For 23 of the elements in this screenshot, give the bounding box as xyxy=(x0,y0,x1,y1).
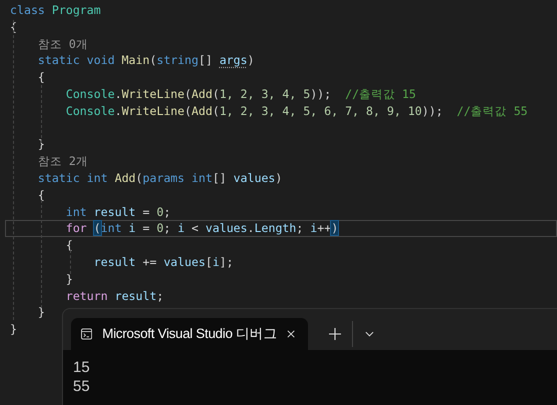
code-line: } xyxy=(36,305,45,320)
terminal-icon xyxy=(81,327,92,341)
code-line: Console.WriteLine(Add(1, 2, 3, 4, 5)); //출력값 15 xyxy=(64,86,416,101)
code-line: } xyxy=(10,322,17,336)
code-line: Console.WriteLine(Add(1, 2, 3, 4, 5, 6, 7, 8, 9, 10)); //출력값 55 xyxy=(64,104,528,118)
close-icon[interactable] xyxy=(286,329,295,339)
code-line: { xyxy=(36,70,45,84)
code-line: class Program xyxy=(10,3,101,17)
code-line: int result = 0; xyxy=(64,204,171,219)
code-line: static int Add(params int[] values) xyxy=(36,170,282,185)
code-line: result += values[i]; xyxy=(92,254,234,269)
codelens-reference-count[interactable]: 참조 2개 xyxy=(10,154,88,168)
console-output-line: 15 xyxy=(73,358,91,377)
terminal-tab[interactable]: Microsoft Visual Studio 디버그 xyxy=(71,318,308,350)
codelens-reference-count[interactable]: 참조 0개 xyxy=(10,36,88,51)
code-line: { xyxy=(36,188,45,202)
code-line: static void Main(string[] args) xyxy=(36,53,254,68)
code-line: return result; xyxy=(64,288,164,303)
dropdown-chevron-icon[interactable] xyxy=(365,331,374,337)
code-line: for (int i = 0; i < values.Length; i++) xyxy=(64,221,338,236)
code-line: } xyxy=(64,272,73,286)
new-tab-icon[interactable] xyxy=(329,328,341,340)
console-output-line: 55 xyxy=(73,377,91,396)
